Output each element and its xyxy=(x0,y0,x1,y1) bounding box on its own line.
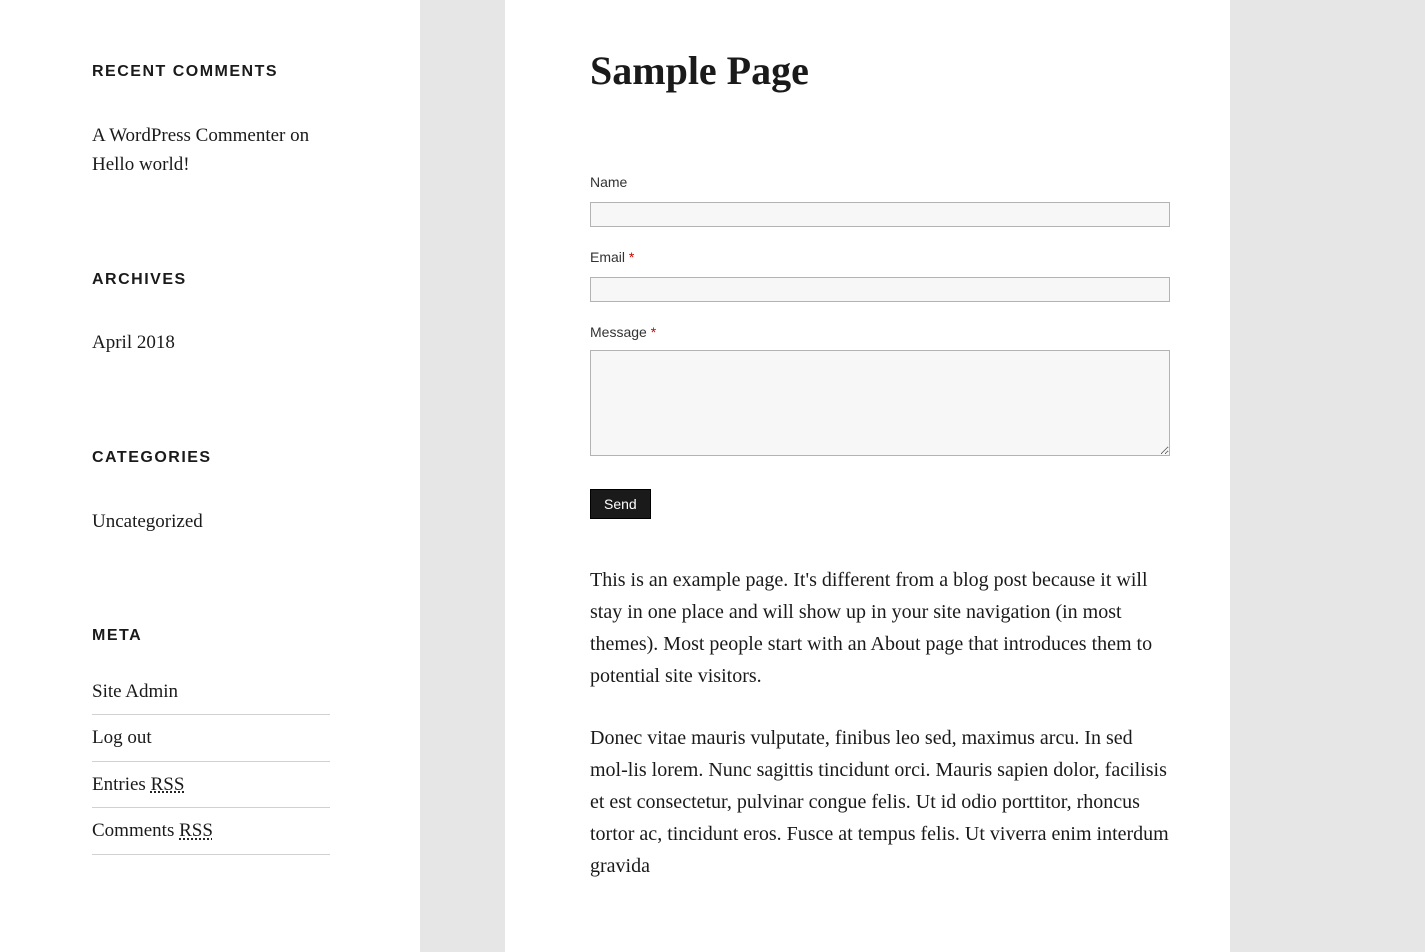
page-title: Sample Page xyxy=(590,40,1170,102)
on-text: on xyxy=(285,125,309,146)
widget-recent-comments: RECENT COMMENTS A WordPress Commenter on… xyxy=(92,60,330,188)
comment-post-link[interactable]: Hello world! xyxy=(92,154,190,175)
archive-item: April 2018 xyxy=(92,320,330,365)
required-mark: * xyxy=(629,249,634,265)
category-item: Uncategorized xyxy=(92,499,330,544)
send-button[interactable]: Send xyxy=(590,489,651,519)
meta-link-logout[interactable]: Log out xyxy=(92,727,152,748)
layout-right-gap xyxy=(1230,0,1425,952)
recent-comment-item: A WordPress Commenter on Hello world! xyxy=(92,113,330,188)
message-label: Message * xyxy=(590,322,1170,344)
widget-meta: META Site Admin Log out Entries RSS Comm… xyxy=(92,624,330,855)
sidebar: RECENT COMMENTS A WordPress Commenter on… xyxy=(0,0,420,952)
rss-abbr: RSS xyxy=(151,774,185,795)
body-paragraph: Donec vitae mauris vulputate, finibus le… xyxy=(590,722,1170,882)
meta-item: Entries RSS xyxy=(92,762,330,808)
category-link[interactable]: Uncategorized xyxy=(92,511,203,532)
required-mark: * xyxy=(651,324,656,340)
meta-item: Log out xyxy=(92,715,330,761)
contact-form: Name Email * Message * Send xyxy=(590,172,1170,519)
comment-author-link[interactable]: A WordPress Commenter xyxy=(92,125,285,146)
name-label: Name xyxy=(590,172,1170,194)
meta-link-entries-rss[interactable]: Entries RSS xyxy=(92,774,184,795)
widget-archives: ARCHIVES April 2018 xyxy=(92,268,330,366)
email-label: Email * xyxy=(590,247,1170,269)
main-content: Sample Page Name Email * Message * Send … xyxy=(505,0,1230,952)
meta-link-comments-rss[interactable]: Comments RSS xyxy=(92,820,213,841)
email-input[interactable] xyxy=(590,277,1170,302)
message-textarea[interactable] xyxy=(590,350,1170,456)
name-input[interactable] xyxy=(590,202,1170,227)
meta-item: Site Admin xyxy=(92,677,330,715)
widget-title: ARCHIVES xyxy=(92,268,330,293)
meta-item: Comments RSS xyxy=(92,808,330,854)
archive-link[interactable]: April 2018 xyxy=(92,332,175,353)
meta-link-site-admin[interactable]: Site Admin xyxy=(92,681,178,702)
layout-gap xyxy=(420,0,505,952)
widget-title: CATEGORIES xyxy=(92,446,330,471)
widget-categories: CATEGORIES Uncategorized xyxy=(92,446,330,544)
rss-abbr: RSS xyxy=(179,820,213,841)
body-paragraph: This is an example page. It's different … xyxy=(590,564,1170,692)
widget-title: RECENT COMMENTS xyxy=(92,60,330,85)
widget-title: META xyxy=(92,624,330,649)
page-body: This is an example page. It's different … xyxy=(590,564,1170,882)
